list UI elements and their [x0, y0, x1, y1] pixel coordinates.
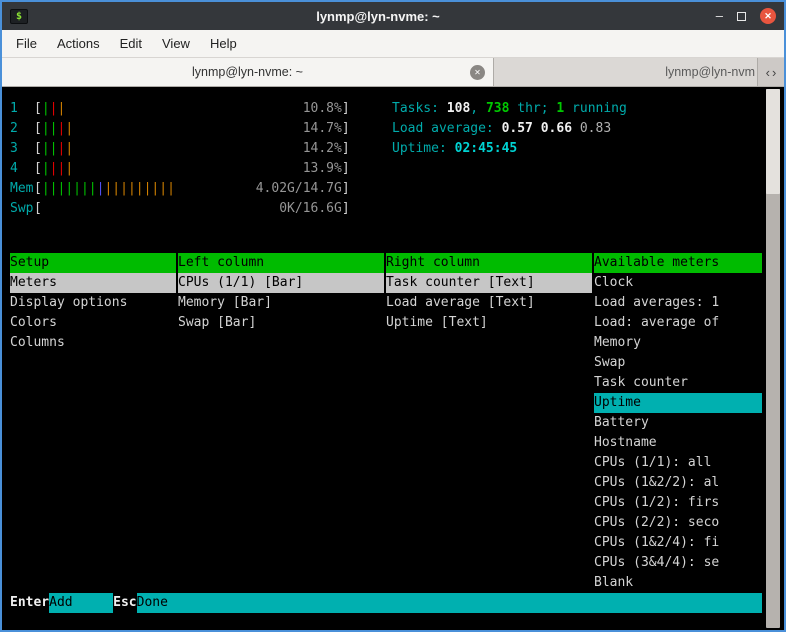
menu-actions[interactable]: Actions: [47, 31, 110, 56]
tab-label: lynmp@lyn-nvme: ~: [192, 65, 303, 79]
close-icon[interactable]: ✕: [760, 8, 776, 24]
menu-view[interactable]: View: [152, 31, 200, 56]
meter-list: 1[|||10.8%]2[||||14.7%]3[||||14.2%]4[|||…: [10, 99, 350, 219]
panel-item[interactable]: Memory [Bar]: [178, 293, 384, 313]
minimize-icon[interactable]: –: [716, 11, 723, 21]
function-button-add[interactable]: Add: [49, 593, 113, 613]
panel-item[interactable]: Display options: [10, 293, 176, 313]
panel-item[interactable]: Uptime [Text]: [386, 313, 592, 333]
meter-bar-pipes: ||||: [42, 119, 73, 139]
panel-item[interactable]: Swap [Bar]: [178, 313, 384, 333]
panel-header: Left column: [178, 253, 384, 273]
panel-item[interactable]: CPUs (3&4/4): se: [594, 553, 762, 573]
tab-scroll-right-icon[interactable]: ›: [772, 65, 776, 80]
terminal-app-icon: $: [10, 9, 28, 24]
meter-bar-pipes: ||||: [42, 139, 73, 159]
panel-item[interactable]: Meters: [10, 273, 176, 293]
meter-value: 0K/16.6G: [279, 199, 342, 219]
menu-edit[interactable]: Edit: [110, 31, 152, 56]
meter-value: 4.02G/14.7G: [256, 179, 342, 199]
panel-item[interactable]: Battery: [594, 413, 762, 433]
meter-value: 14.7%: [303, 119, 342, 139]
panel-item[interactable]: Load: average of: [594, 313, 762, 333]
tab-bar: lynmp@lyn-nvme: ~ ✕ lynmp@lyn-nvm ‹ ›: [2, 58, 784, 87]
scrollbar-thumb[interactable]: [766, 89, 780, 194]
meter-row: 3[||||14.2%]: [10, 139, 350, 159]
info-line: Load average: 0.57 0.66 0.83: [392, 119, 627, 139]
info-line: Uptime: 02:45:45: [392, 139, 627, 159]
panel-item[interactable]: Blank: [594, 573, 762, 593]
menu-bar: FileActionsEditViewHelp: [2, 30, 784, 58]
panel-item[interactable]: CPUs (1&2/2): al: [594, 473, 762, 493]
meter-value: 10.8%: [303, 99, 342, 119]
panel-item[interactable]: Swap: [594, 353, 762, 373]
meter-bar-pipes: |||||||||||||||||: [42, 179, 175, 199]
panel-item[interactable]: Task counter: [594, 373, 762, 393]
scrollbar-track[interactable]: [766, 89, 780, 628]
panel-item[interactable]: Uptime: [594, 393, 762, 413]
meter-row: 4[||||13.9%]: [10, 159, 350, 179]
terminal-window: $ lynmp@lyn-nvme: ~ – ✕ FileActionsEditV…: [0, 0, 786, 632]
tab-close-icon[interactable]: ✕: [470, 65, 485, 80]
panel-item[interactable]: CPUs (2/2): seco: [594, 513, 762, 533]
panel-item[interactable]: Clock: [594, 273, 762, 293]
tab-label: lynmp@lyn-nvm: [665, 65, 755, 79]
panel-item[interactable]: Load averages: 1: [594, 293, 762, 313]
panel-item[interactable]: Columns: [10, 333, 176, 353]
panel-item[interactable]: CPUs (1/2): firs: [594, 493, 762, 513]
function-bar: EnterAddEscDone: [10, 593, 762, 613]
meter-bar-pipes: |||: [42, 99, 65, 119]
setup-panel-left-column: Left columnCPUs (1/1) [Bar]Memory [Bar]S…: [178, 253, 384, 593]
setup-panel-setup: SetupMetersDisplay optionsColorsColumns: [10, 253, 176, 593]
htop-header-area: 1[|||10.8%]2[||||14.7%]3[||||14.2%]4[|||…: [10, 99, 784, 219]
meter-row: 2[||||14.7%]: [10, 119, 350, 139]
meter-value: 14.2%: [303, 139, 342, 159]
window-controls: – ✕: [716, 8, 776, 24]
tab-inactive[interactable]: lynmp@lyn-nvm: [494, 58, 758, 86]
function-key: Esc: [113, 593, 136, 613]
panel-header: Setup: [10, 253, 176, 273]
panel-item[interactable]: Load average [Text]: [386, 293, 592, 313]
panel-item[interactable]: CPUs (1&2/4): fi: [594, 533, 762, 553]
window-title: lynmp@lyn-nvme: ~: [62, 9, 694, 24]
meter-row: 1[|||10.8%]: [10, 99, 350, 119]
tab-scroll-arrows: ‹ ›: [758, 58, 784, 86]
meter-bar-pipes: ||||: [42, 159, 73, 179]
panel-header: Right column: [386, 253, 592, 273]
panel-item[interactable]: Hostname: [594, 433, 762, 453]
meter-value: 13.9%: [303, 159, 342, 179]
setup-panels: SetupMetersDisplay optionsColorsColumnsL…: [10, 253, 784, 593]
function-key: Enter: [10, 593, 49, 613]
info-lines: Tasks: 108, 738 thr; 1 runningLoad avera…: [392, 99, 627, 219]
panel-item[interactable]: Colors: [10, 313, 176, 333]
menu-help[interactable]: Help: [200, 31, 247, 56]
meter-row: Swp[0K/16.6G]: [10, 199, 350, 219]
panel-item[interactable]: CPUs (1/1) [Bar]: [178, 273, 384, 293]
menu-file[interactable]: File: [6, 31, 47, 56]
terminal-screen[interactable]: 1[|||10.8%]2[||||14.7%]3[||||14.2%]4[|||…: [2, 87, 784, 630]
tab-active[interactable]: lynmp@lyn-nvme: ~ ✕: [2, 58, 494, 86]
meter-row: Mem[|||||||||||||||||4.02G/14.7G]: [10, 179, 350, 199]
panel-header: Available meters: [594, 253, 762, 273]
function-button-done[interactable]: Done: [137, 593, 762, 613]
tab-scroll-left-icon[interactable]: ‹: [766, 65, 770, 80]
maximize-icon[interactable]: [737, 12, 746, 21]
panel-item[interactable]: Task counter [Text]: [386, 273, 592, 293]
panel-item[interactable]: CPUs (1/1): all: [594, 453, 762, 473]
setup-panel-right-column: Right columnTask counter [Text]Load aver…: [386, 253, 592, 593]
title-bar[interactable]: $ lynmp@lyn-nvme: ~ – ✕: [2, 2, 784, 30]
info-line: Tasks: 108, 738 thr; 1 running: [392, 99, 627, 119]
panel-item[interactable]: Memory: [594, 333, 762, 353]
setup-panel-available-meters: Available metersClockLoad averages: 1Loa…: [594, 253, 762, 593]
